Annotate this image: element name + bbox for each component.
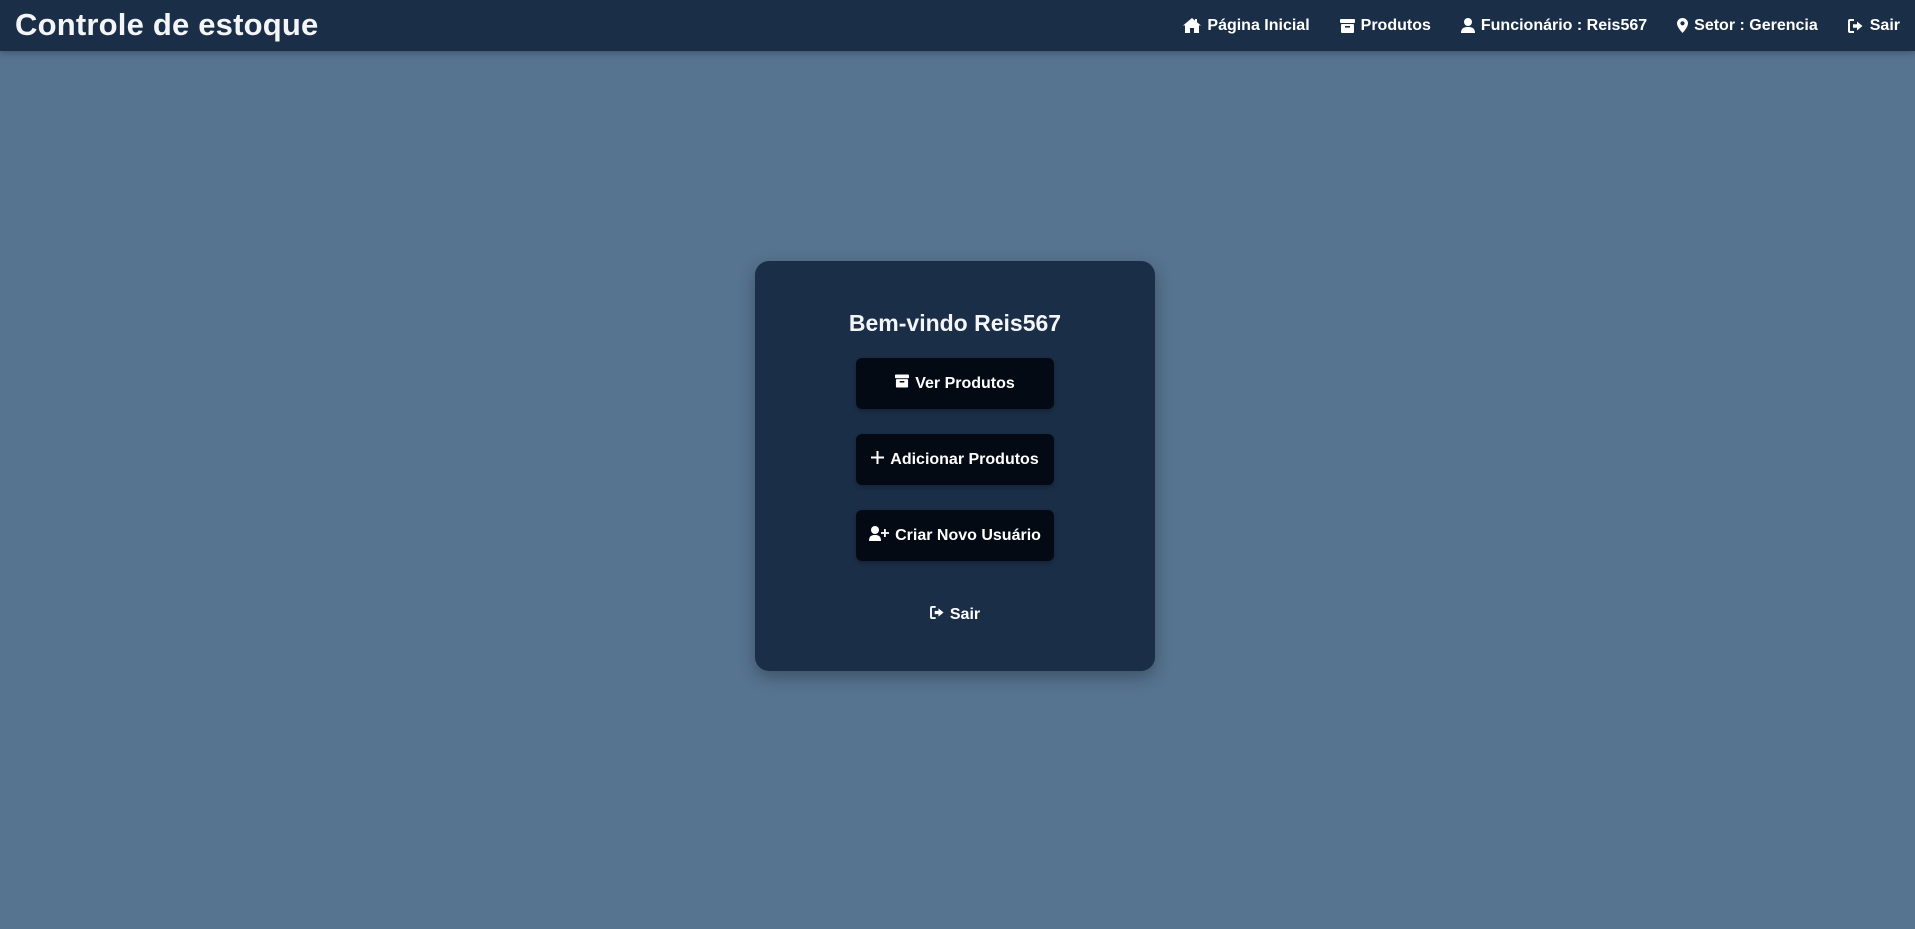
button-label: Ver Produtos: [915, 374, 1015, 392]
nav-link-label: Funcionário : Reis567: [1480, 16, 1648, 34]
nav-link-produtos[interactable]: Produtos: [1339, 16, 1431, 35]
nav-links: Página Inicial Produtos Funcionário : Re…: [1183, 0, 1900, 51]
nav-link-label: Produtos: [1360, 16, 1431, 34]
welcome-card: Bem-vindo Reis567 Ver Produtos Adicionar…: [755, 261, 1155, 671]
nav-link-home[interactable]: Página Inicial: [1183, 16, 1310, 35]
box-icon: [895, 374, 910, 393]
sair-link[interactable]: Sair: [755, 606, 1155, 624]
user-icon: [1460, 18, 1475, 33]
nav-link-funcionario[interactable]: Funcionário : Reis567: [1460, 16, 1648, 35]
ver-produtos-button[interactable]: Ver Produtos: [856, 358, 1054, 409]
nav-link-label: Sair: [1869, 16, 1900, 34]
box-icon: [1339, 18, 1355, 33]
nav-link-sair[interactable]: Sair: [1847, 16, 1900, 35]
brand-title[interactable]: Controle de estoque: [15, 6, 319, 44]
home-icon: [1183, 18, 1202, 33]
sign-out-icon: [929, 606, 945, 624]
button-label: Adicionar Produtos: [890, 450, 1039, 468]
sair-label: Sair: [949, 606, 981, 623]
criar-novo-usuario-button[interactable]: Criar Novo Usuário: [856, 510, 1054, 561]
nav-link-label: Página Inicial: [1207, 16, 1310, 34]
nav-link-label: Setor : Gerencia: [1694, 16, 1818, 34]
button-label: Criar Novo Usuário: [895, 526, 1041, 544]
user-plus-icon: [869, 525, 890, 546]
navbar: Controle de estoque Página Inicial Produ…: [0, 0, 1915, 51]
plus-icon: [871, 450, 885, 469]
sign-out-icon: [1847, 18, 1864, 33]
adicionar-produtos-button[interactable]: Adicionar Produtos: [856, 434, 1054, 485]
nav-link-setor[interactable]: Setor : Gerencia: [1677, 17, 1818, 35]
map-marker-icon: [1677, 18, 1689, 33]
welcome-heading: Bem-vindo Reis567: [848, 310, 1062, 336]
